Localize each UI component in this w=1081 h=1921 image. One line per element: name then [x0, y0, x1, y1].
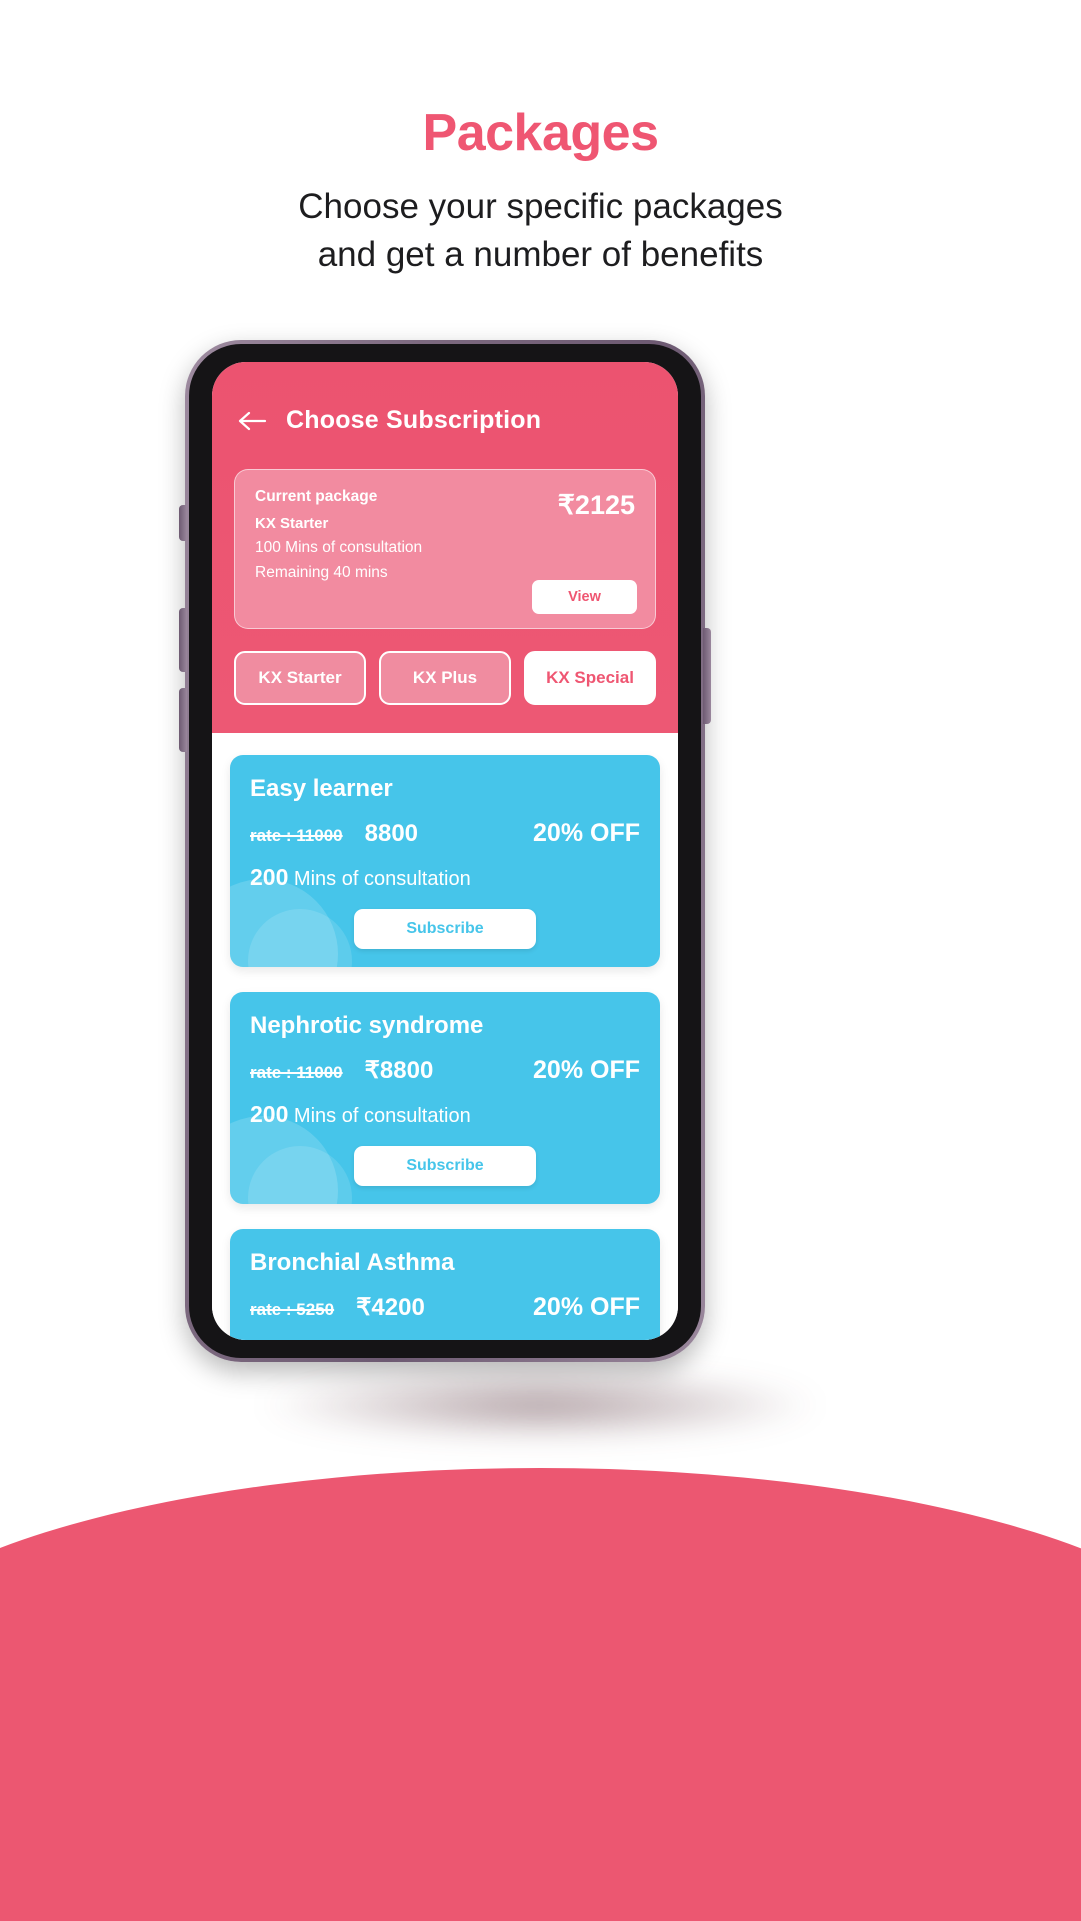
- package-old-rate: rate : 11000: [250, 826, 343, 845]
- package-minutes-value: 200: [250, 1101, 289, 1127]
- arrow-left-icon[interactable]: [238, 410, 268, 432]
- current-package-card: Current package KX Starter 100 Mins of c…: [234, 469, 656, 629]
- package-minutes-label: Mins of consultation: [288, 868, 471, 890]
- phone-silent-switch: [179, 505, 187, 541]
- tab-kx-plus[interactable]: KX Plus: [379, 651, 511, 705]
- package-price-row: rate : 11000 ₹8800 20% OFF: [250, 1056, 640, 1085]
- package-discount-badge: 20% OFF: [533, 1293, 640, 1321]
- package-new-rate: ₹8800: [364, 1057, 434, 1084]
- phone-power-button: [703, 628, 711, 724]
- app-header-section: Choose Subscription Current package KX S…: [212, 362, 678, 733]
- package-list: Easy learner rate : 11000 8800 20% OFF 2…: [212, 733, 678, 1340]
- package-old-rate: rate : 5250: [250, 1300, 335, 1319]
- package-card-bronchial-asthma[interactable]: Bronchial Asthma rate : 5250 ₹4200 20% O…: [230, 1229, 660, 1340]
- package-card-nephrotic-syndrome[interactable]: Nephrotic syndrome rate : 11000 ₹8800 20…: [230, 992, 660, 1204]
- package-old-rate: rate : 11000: [250, 1063, 343, 1082]
- current-package-price: ₹2125: [557, 490, 635, 520]
- page-root: Packages Choose your specific packages a…: [0, 0, 1081, 1921]
- tab-kx-starter[interactable]: KX Starter: [234, 651, 366, 705]
- phone-volume-down-button: [179, 688, 187, 752]
- package-price-row: rate : 11000 8800 20% OFF: [250, 819, 640, 848]
- page-title: Packages: [422, 104, 659, 162]
- package-name: Easy learner: [250, 775, 393, 802]
- current-package-consultation: 100 Mins of consultation: [255, 539, 423, 556]
- phone-screen: Choose Subscription Current package KX S…: [212, 362, 678, 1340]
- view-button[interactable]: View: [532, 580, 637, 614]
- phone-volume-up-button: [179, 608, 187, 672]
- package-minutes-label: Mins of consultation: [288, 1105, 471, 1127]
- subscribe-button[interactable]: Subscribe: [354, 1146, 536, 1186]
- package-discount-badge: 20% OFF: [533, 819, 640, 847]
- package-minutes: 120 Mins of consultation: [250, 1338, 640, 1340]
- package-name: Bronchial Asthma: [250, 1249, 455, 1276]
- tab-kx-special[interactable]: KX Special: [524, 651, 656, 705]
- package-new-rate: ₹4200: [356, 1294, 425, 1321]
- package-name: Nephrotic syndrome: [250, 1012, 484, 1039]
- subscribe-button[interactable]: Subscribe: [354, 909, 536, 949]
- bottom-pink-shape: [0, 1468, 1081, 1921]
- package-new-rate: 8800: [364, 820, 419, 847]
- package-minutes: 200 Mins of consultation: [250, 1101, 640, 1128]
- subscribe-row: Subscribe: [250, 1146, 640, 1186]
- package-price-row: rate : 5250 ₹4200 20% OFF: [250, 1293, 640, 1322]
- current-package-details: Current package KX Starter 100 Mins of c…: [255, 488, 422, 582]
- package-discount-badge: 20% OFF: [533, 1056, 640, 1084]
- subscribe-row: Subscribe: [250, 909, 640, 949]
- phone-shadow: [255, 1370, 825, 1440]
- current-package-name: KX Starter: [255, 515, 329, 532]
- phone-mockup: Choose Subscription Current package KX S…: [179, 340, 711, 1362]
- package-minutes: 200 Mins of consultation: [250, 864, 640, 891]
- page-subtitle: Choose your specific packages and get a …: [0, 183, 1081, 279]
- current-package-remaining: Remaining 40 mins: [255, 564, 388, 581]
- package-card-easy-learner[interactable]: Easy learner rate : 11000 8800 20% OFF 2…: [230, 755, 660, 967]
- appbar: Choose Subscription: [234, 390, 656, 435]
- appbar-title: Choose Subscription: [286, 406, 542, 434]
- current-package-label: Current package: [255, 488, 378, 505]
- package-tabs: KX Starter KX Plus KX Special: [234, 651, 656, 709]
- current-package-row: Current package KX Starter 100 Mins of c…: [255, 488, 635, 582]
- package-minutes-value: 120: [250, 1338, 288, 1340]
- package-minutes-value: 200: [250, 864, 289, 890]
- page-subtitle-line-1: Choose your specific packages: [298, 187, 783, 226]
- page-subtitle-line-2: and get a number of benefits: [317, 235, 764, 274]
